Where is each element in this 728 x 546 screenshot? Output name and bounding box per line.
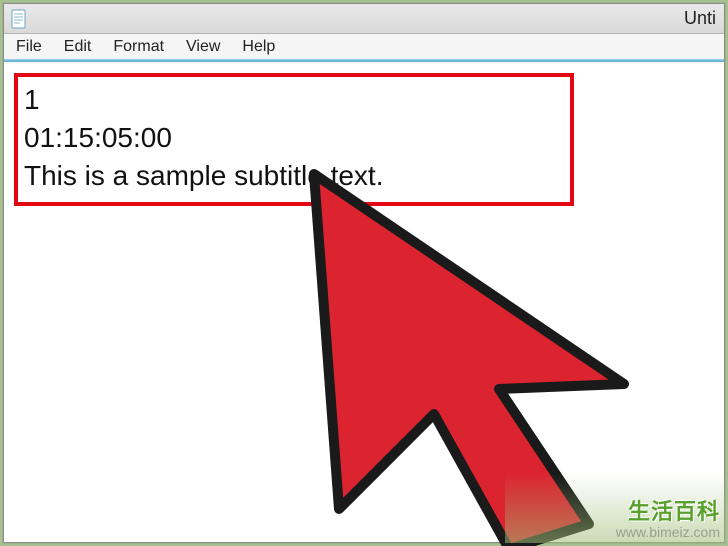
- menu-format[interactable]: Format: [109, 36, 168, 58]
- subtitle-index: 1: [24, 81, 564, 119]
- document-icon: [10, 8, 28, 30]
- menu-view[interactable]: View: [182, 36, 224, 58]
- window-title: Unti: [684, 8, 716, 29]
- menu-file[interactable]: File: [12, 36, 46, 58]
- text-area[interactable]: 1 01:15:05:00 This is a sample subtitle …: [4, 63, 724, 542]
- subtitle-line: This is a sample subtitle text.: [24, 157, 564, 195]
- watermark: 生活百科 www.bimeiz.com: [616, 500, 720, 540]
- subtitle-timecode: 01:15:05:00: [24, 119, 564, 157]
- titlebar: Unti: [4, 4, 724, 34]
- menu-edit[interactable]: Edit: [60, 36, 96, 58]
- highlight-box: 1 01:15:05:00 This is a sample subtitle …: [14, 73, 574, 206]
- notepad-window: Unti File Edit Format View Help 1 01:15:…: [3, 3, 725, 543]
- page-frame: Unti File Edit Format View Help 1 01:15:…: [0, 0, 728, 546]
- menubar-accent: [4, 60, 724, 62]
- watermark-url: www.bimeiz.com: [616, 525, 720, 540]
- menubar: File Edit Format View Help: [4, 34, 724, 60]
- menu-help[interactable]: Help: [238, 36, 279, 58]
- watermark-brand: 生活百科: [616, 500, 720, 524]
